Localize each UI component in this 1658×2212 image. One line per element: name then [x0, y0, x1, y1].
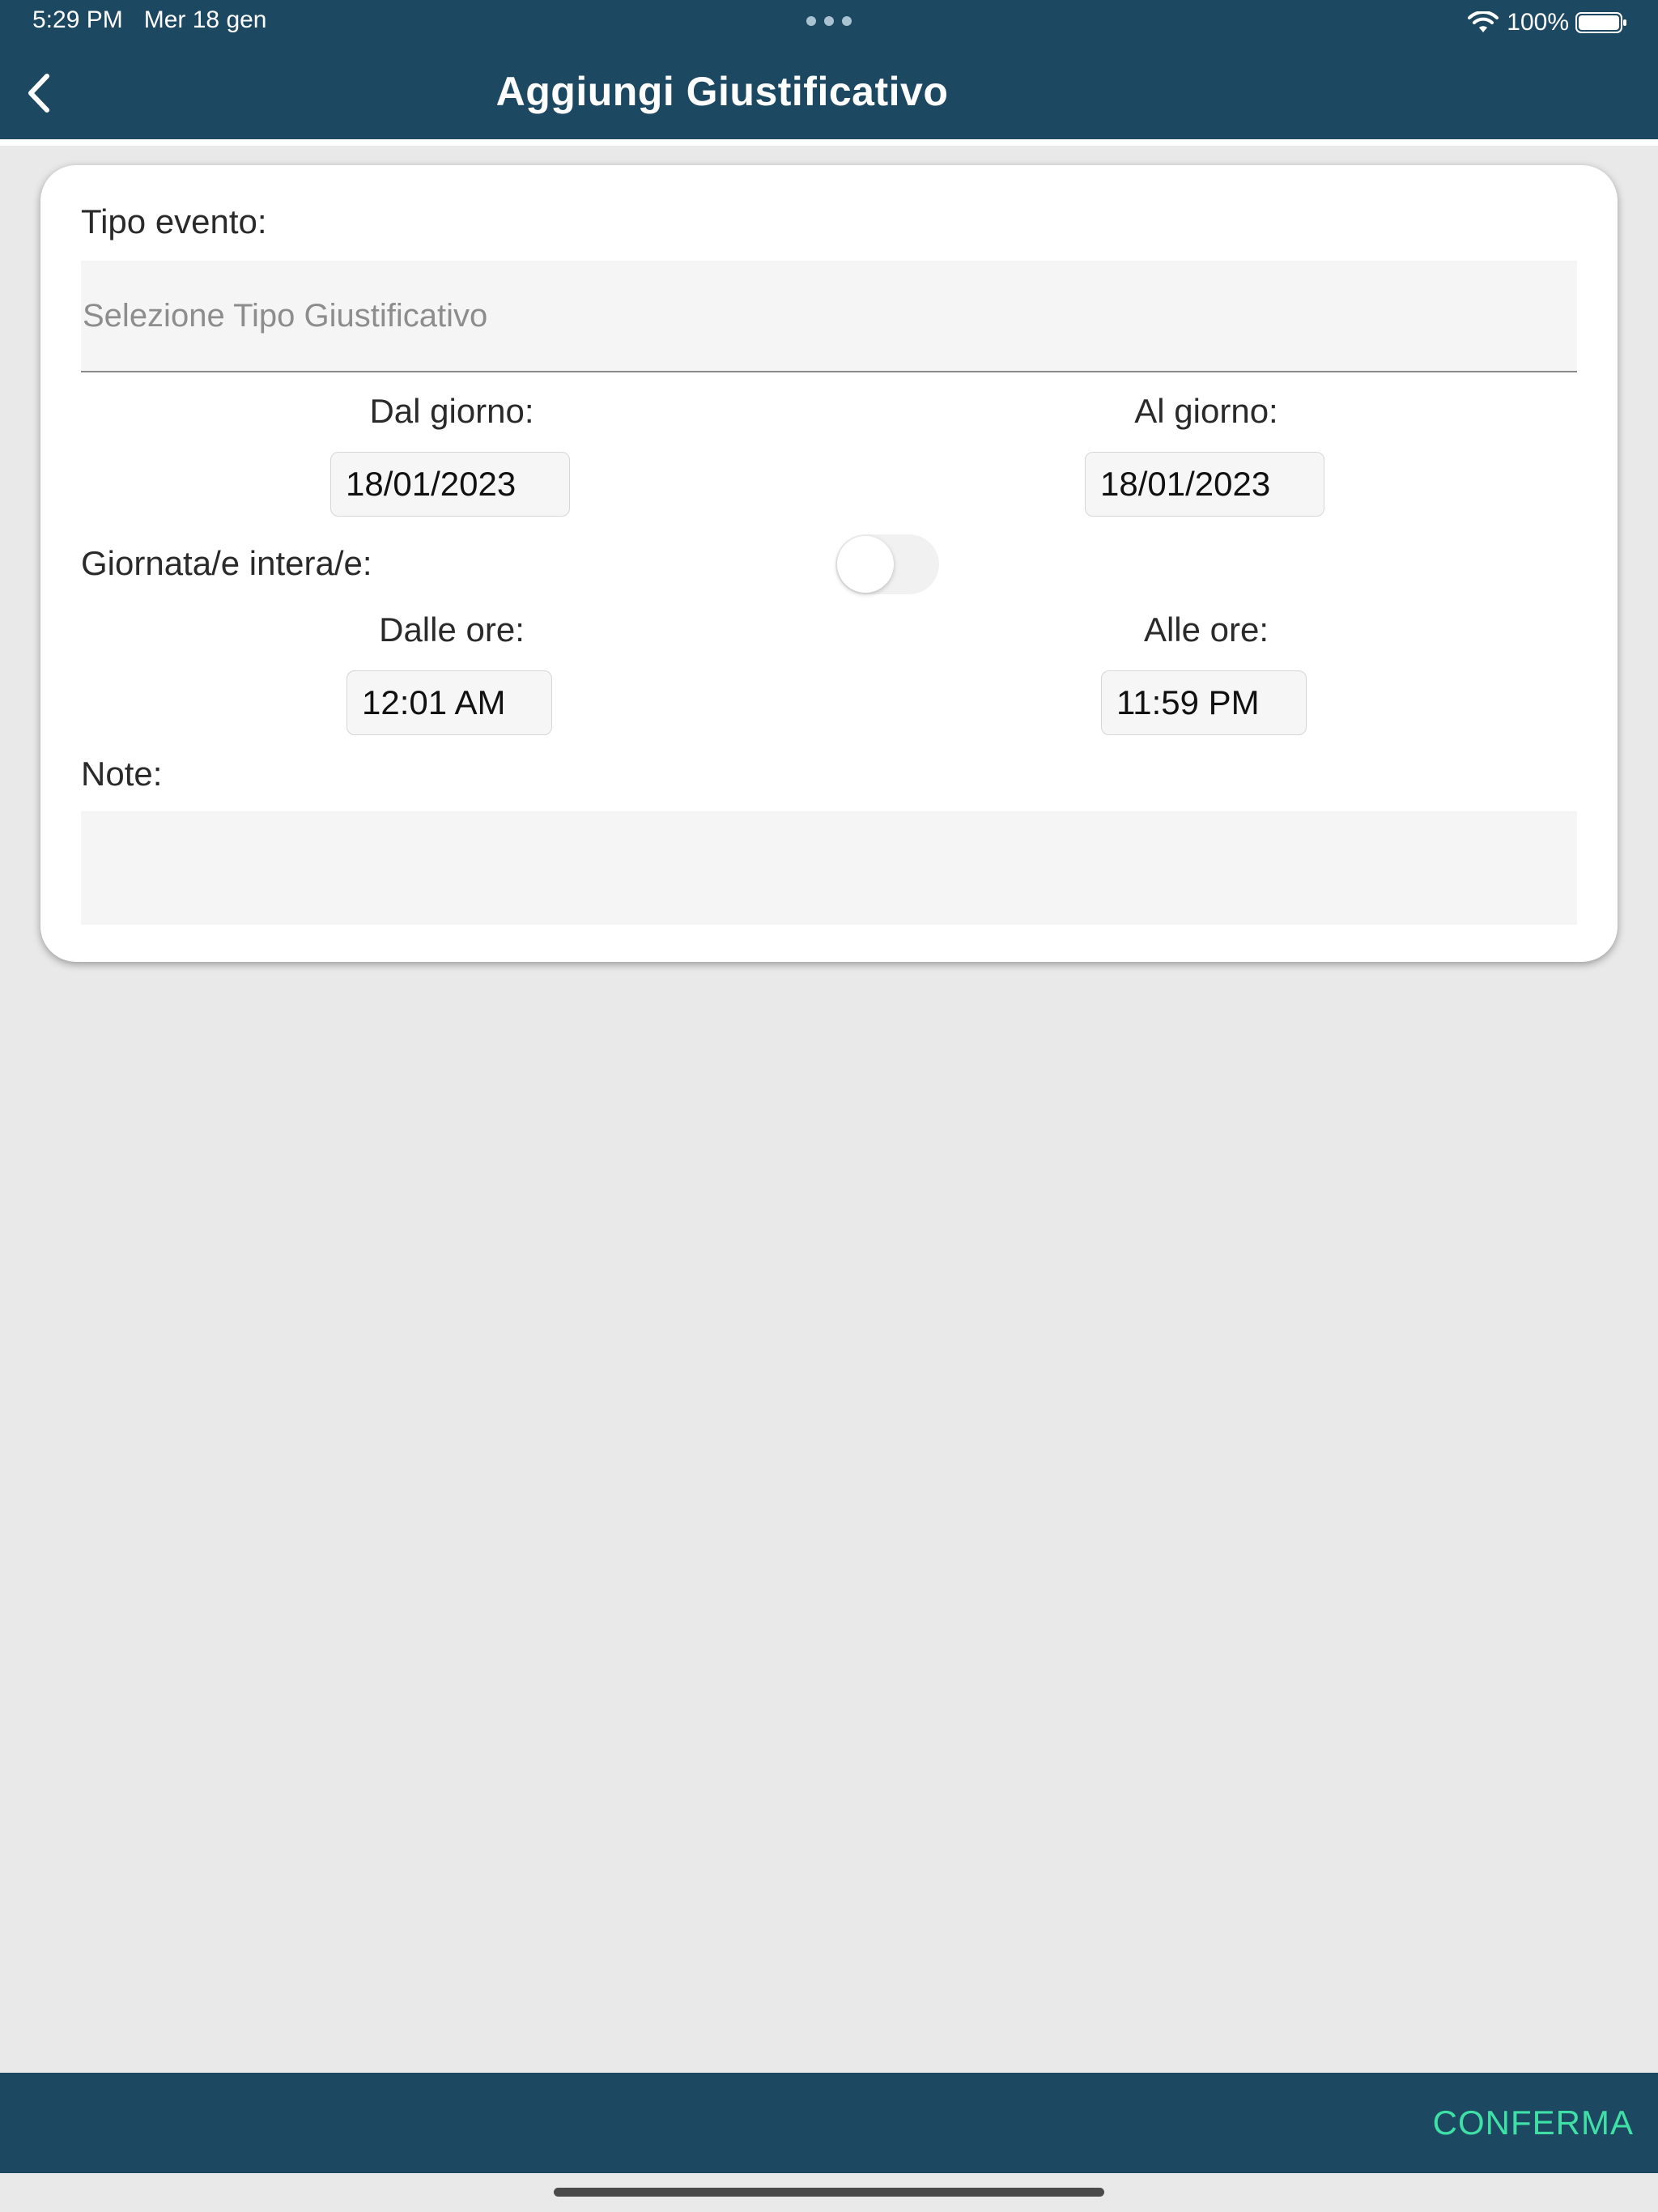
to-time-label: Alle ore:: [1143, 610, 1269, 649]
justification-form-card: Tipo evento: Selezione Tipo Giustificati…: [40, 165, 1618, 962]
header-divider: [0, 139, 1658, 146]
status-clock: 5:29 PM: [32, 6, 123, 33]
to-day-picker[interactable]: 18/01/2023: [1085, 452, 1324, 517]
full-day-label: Giornata/e intera/e:: [81, 544, 372, 582]
notes-input[interactable]: [81, 811, 1577, 925]
confirm-button[interactable]: CONFERMA: [1433, 2073, 1634, 2173]
notes-label: Note:: [81, 755, 163, 793]
to-time-picker[interactable]: 11:59 PM: [1101, 670, 1307, 735]
battery-percent: 100%: [1507, 9, 1569, 36]
event-type-select[interactable]: Selezione Tipo Giustificativo: [81, 261, 1577, 372]
status-time: 5:29 PM Mer 18 gen: [32, 6, 288, 34]
event-type-placeholder: Selezione Tipo Giustificativo: [83, 297, 488, 334]
home-indicator[interactable]: [554, 2188, 1104, 2197]
full-day-toggle[interactable]: [835, 534, 939, 594]
multitasking-dots-icon[interactable]: [806, 16, 852, 26]
from-time-picker[interactable]: 12:01 AM: [346, 670, 552, 735]
top-bar: 5:29 PM Mer 18 gen 100% Aggiungi Giustifi…: [0, 0, 1658, 139]
status-date: Mer 18 gen: [143, 6, 267, 33]
from-time-label: Dalle ore:: [379, 610, 525, 649]
from-day-label: Dal giorno:: [369, 392, 534, 430]
event-type-label: Tipo evento:: [81, 202, 267, 240]
from-day-picker[interactable]: 18/01/2023: [330, 452, 570, 517]
status-indicators: 100%: [1468, 6, 1627, 39]
full-day-toggle-knob: [837, 536, 894, 593]
to-day-label: Al giorno:: [1134, 392, 1278, 430]
page-title: Aggiungi Giustificativo: [495, 69, 949, 114]
wifi-icon: [1468, 11, 1499, 34]
battery-icon: [1575, 11, 1627, 34]
bottom-bar: CONFERMA: [0, 2073, 1658, 2173]
